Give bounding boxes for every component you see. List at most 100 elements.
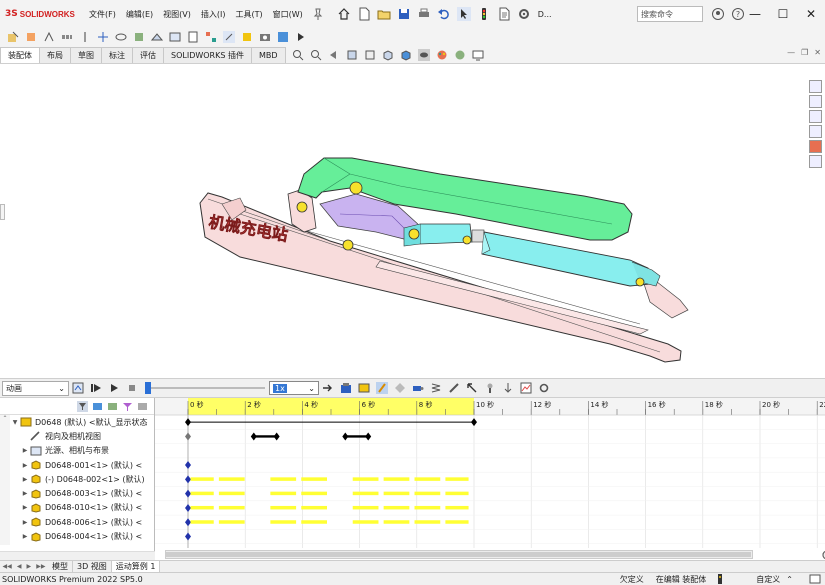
first-tab-icon[interactable]: ◀◀ bbox=[3, 563, 12, 570]
view-settings-icon[interactable] bbox=[472, 49, 484, 61]
minimize-button[interactable]: — bbox=[741, 0, 769, 28]
display-style-icon[interactable] bbox=[400, 49, 412, 61]
expand-icon[interactable]: ▶ bbox=[20, 490, 30, 497]
tab-model[interactable]: 模型 bbox=[48, 560, 73, 573]
file-explorer-icon[interactable] bbox=[809, 110, 822, 123]
playback-position-slider[interactable] bbox=[145, 382, 265, 394]
last-tab-icon[interactable]: ▶▶ bbox=[36, 563, 45, 570]
tree-row-component[interactable]: ▶ D0648-006<1> (默认) < bbox=[10, 515, 154, 529]
save-animation-icon[interactable] bbox=[340, 382, 352, 394]
select-arrow-icon[interactable] bbox=[456, 7, 471, 21]
tab-layout[interactable]: 布局 bbox=[39, 47, 71, 63]
hide-show-items-icon[interactable] bbox=[417, 49, 430, 61]
tree-row-assembly-root[interactable]: ▼ D0648 (默认) <默认_显示状态 bbox=[10, 415, 154, 429]
expand-icon[interactable]: ▶ bbox=[20, 447, 30, 454]
expand-icon[interactable]: ▶ bbox=[20, 519, 30, 526]
section-view-icon[interactable] bbox=[346, 49, 358, 61]
options-gear-icon[interactable] bbox=[517, 7, 531, 21]
tree-row-component[interactable]: ▶ (-) D0648-002<1> (默认) bbox=[10, 472, 154, 486]
close-button[interactable]: ✕ bbox=[797, 0, 825, 28]
save-icon[interactable] bbox=[397, 7, 411, 21]
motor-icon[interactable] bbox=[412, 382, 424, 394]
view-orientation-icon[interactable] bbox=[382, 49, 394, 61]
force-icon[interactable] bbox=[466, 382, 478, 394]
previous-view-icon[interactable] bbox=[328, 49, 340, 61]
previous-tab-icon[interactable]: ◀ bbox=[17, 563, 22, 570]
feature-manager-collapse-handle[interactable] bbox=[0, 204, 5, 220]
tree-row-component[interactable]: ▶ D0648-004<1> (默认) < bbox=[10, 529, 154, 543]
zoom-to-fit-icon[interactable] bbox=[292, 49, 304, 61]
viewport-restore-icon[interactable]: ❐ bbox=[801, 48, 808, 57]
open-folder-icon[interactable] bbox=[377, 7, 391, 21]
more-commands-icon[interactable] bbox=[295, 31, 307, 43]
menu-insert[interactable]: 插入(I) bbox=[196, 9, 231, 20]
assembly-features-icon[interactable] bbox=[133, 31, 145, 43]
gravity-icon[interactable] bbox=[502, 382, 514, 394]
add-update-key-icon[interactable] bbox=[394, 382, 406, 394]
home-icon[interactable] bbox=[337, 7, 351, 21]
filter-driving-icon[interactable] bbox=[92, 401, 103, 412]
timeline-scrollbar[interactable] bbox=[165, 550, 753, 559]
tab-sketch[interactable]: 草图 bbox=[70, 47, 102, 63]
menu-tools[interactable]: 工具(T) bbox=[230, 9, 267, 20]
appearances-icon[interactable] bbox=[809, 140, 822, 153]
filter-results-icon[interactable] bbox=[122, 401, 133, 412]
autokey-icon[interactable] bbox=[376, 382, 388, 394]
tab-motion-study-1[interactable]: 运动算例 1 bbox=[111, 560, 161, 573]
timeline-scrollbar-thumb[interactable] bbox=[166, 552, 751, 557]
undo-icon[interactable] bbox=[437, 7, 451, 21]
play-icon[interactable] bbox=[108, 382, 120, 394]
edit-component-icon[interactable] bbox=[7, 31, 19, 43]
damper-icon[interactable] bbox=[448, 382, 460, 394]
expand-icon[interactable]: ▶ bbox=[20, 533, 30, 540]
filter-animated-icon[interactable] bbox=[77, 400, 88, 412]
tree-row-component[interactable]: ▶ D0648-001<1> (默认) < bbox=[10, 458, 154, 472]
dynamic-annotation-icon[interactable] bbox=[364, 49, 376, 61]
tab-3d-views[interactable]: 3D 视图 bbox=[73, 560, 112, 573]
playback-speed-select[interactable]: 1x ⌄ bbox=[269, 381, 319, 395]
traffic-light-icon[interactable] bbox=[477, 7, 491, 21]
linear-pattern-icon[interactable] bbox=[61, 31, 73, 43]
tab-evaluate[interactable]: 评估 bbox=[132, 47, 164, 63]
insert-components-icon[interactable] bbox=[25, 31, 37, 43]
menu-file[interactable]: 文件(F) bbox=[84, 9, 121, 20]
viewport-minimize-icon[interactable]: — bbox=[787, 48, 795, 57]
pin-icon[interactable] bbox=[311, 7, 325, 21]
bill-of-materials-icon[interactable] bbox=[187, 31, 199, 43]
apply-scene-icon[interactable] bbox=[454, 49, 466, 61]
tree-row-component[interactable]: ▶ D0648-003<1> (默认) < bbox=[10, 486, 154, 500]
tab-mbd[interactable]: MBD bbox=[250, 47, 286, 63]
play-from-start-icon[interactable] bbox=[90, 382, 102, 394]
zoom-to-area-icon[interactable] bbox=[310, 49, 322, 61]
maximize-button[interactable]: ☐ bbox=[769, 0, 797, 28]
animation-wizard-icon[interactable] bbox=[358, 382, 370, 394]
update-speedpak-icon[interactable] bbox=[241, 31, 253, 43]
print-icon[interactable] bbox=[417, 7, 431, 21]
playback-mode-arrow-icon[interactable] bbox=[322, 382, 334, 394]
search-commands-input[interactable]: 搜索命令 bbox=[637, 6, 703, 22]
show-hidden-icon[interactable] bbox=[115, 31, 127, 43]
edit-appearance-icon[interactable] bbox=[436, 49, 448, 61]
mate-icon[interactable] bbox=[43, 31, 55, 43]
smart-fasteners-icon[interactable] bbox=[79, 31, 91, 43]
view-palette-icon[interactable] bbox=[809, 125, 822, 138]
viewport-close-icon[interactable]: ✕ bbox=[814, 48, 821, 57]
filter-all-icon[interactable] bbox=[137, 401, 148, 412]
expand-icon[interactable]: ▶ bbox=[20, 504, 30, 511]
calculate-icon[interactable] bbox=[72, 382, 84, 394]
tree-scrollbar[interactable]: ⌃ bbox=[0, 415, 10, 545]
filter-selected-icon[interactable] bbox=[107, 401, 118, 412]
design-library-icon[interactable] bbox=[809, 95, 822, 108]
tree-row-component[interactable]: ▶ D0648-010<1> (默认) < bbox=[10, 501, 154, 515]
motion-timeline[interactable]: 0 秒 2 秒 4 秒 6 秒 8 秒 10 秒 12 秒 14 秒 16 秒 18 秒 20 秒 2… bbox=[155, 398, 825, 560]
solidworks-logo[interactable]: 3S SOLIDWORKS bbox=[0, 9, 84, 19]
results-and-plots-icon[interactable] bbox=[520, 382, 532, 394]
tree-horizontal-scrollbar[interactable] bbox=[0, 551, 155, 560]
collapse-icon[interactable]: ▼ bbox=[10, 419, 20, 426]
move-component-icon[interactable] bbox=[97, 31, 109, 43]
reference-geometry-icon[interactable] bbox=[151, 31, 163, 43]
contact-icon[interactable] bbox=[484, 382, 496, 394]
chevron-up-icon[interactable]: ⌃ bbox=[786, 575, 793, 584]
study-type-select[interactable]: 动画 ⌄ bbox=[2, 380, 69, 396]
user-account-icon[interactable] bbox=[711, 7, 725, 21]
